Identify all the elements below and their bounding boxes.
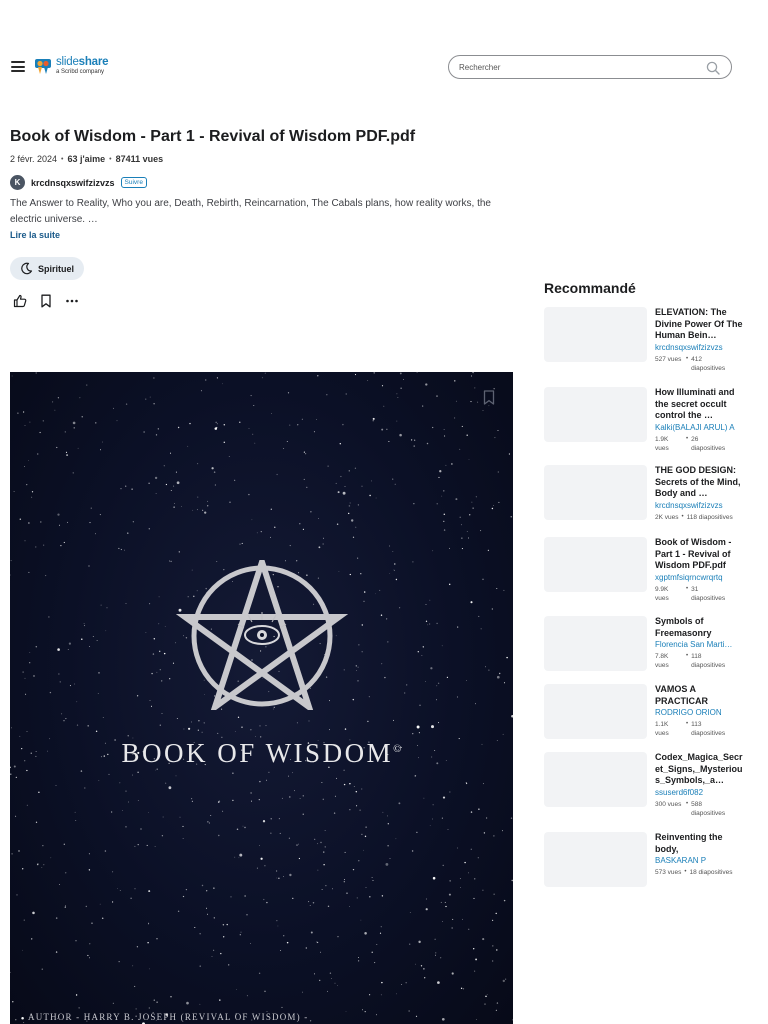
recommended-thumbnail[interactable] <box>544 832 647 887</box>
recommended-thumbnail[interactable] <box>544 616 647 671</box>
recommended-item[interactable]: VAMOS A PRACTICAR RODRIGO ORION 1.1K vue… <box>544 684 754 739</box>
slideshare-logo[interactable]: slideshare a Scribd company <box>34 55 109 76</box>
recommended-stats: 300 vues • 588 diapositives <box>655 800 745 818</box>
recommended-stats: 1.9K vues • 26 diapositives <box>655 435 745 453</box>
avatar[interactable]: K <box>10 175 25 190</box>
recommended-title[interactable]: VAMOS A PRACTICAR <box>655 684 745 707</box>
recommended-views: 573 vues <box>655 869 682 876</box>
recommended-views: 300 vues <box>655 800 682 808</box>
recommended-title[interactable]: How Illuminati and the secret occult con… <box>655 387 745 422</box>
recommended-item[interactable]: Symbols of Freemasonry Florencia San Mar… <box>544 616 754 671</box>
search-input[interactable] <box>459 60 699 74</box>
category-tag-spirituel[interactable]: Spirituel <box>10 257 85 280</box>
recommended-stats: 527 vues • 412 diapositives <box>655 355 745 373</box>
recommended-title[interactable]: Book of Wisdom - Part 1 - Revival of Wis… <box>655 537 745 572</box>
recommended-thumbnail[interactable] <box>544 307 647 362</box>
recommended-slides: 118 diapositives <box>691 653 726 669</box>
recommended-author[interactable]: krcdnsqxswifzizvzs <box>655 343 745 353</box>
save-button[interactable] <box>39 294 53 308</box>
logo-brand-bold: share <box>78 55 109 68</box>
document-title: Book of Wisdom - Part 1 - Revival of Wis… <box>10 128 416 145</box>
recommended-stats: 2K vues • 118 diapositives <box>655 513 733 521</box>
recommended-item[interactable]: Reinventing the body, BASKARAN P 573 vue… <box>544 832 754 887</box>
book-author-line: AUTHOR - HARRY B. JOSEPH (REVIVAL OF WIS… <box>28 1012 309 1022</box>
recommended-stats: 7.8K vues • 118 diapositives <box>655 652 745 670</box>
slide-preview[interactable]: BOOK OF WISDOM© AUTHOR - HARRY B. JOSEPH… <box>10 372 513 1024</box>
recommended-item[interactable]: ELEVATION: The Divine Power Of The Human… <box>544 307 754 373</box>
search-icon[interactable] <box>706 61 720 75</box>
recommended-stats: 1.1K vues • 113 diapositives <box>655 720 745 738</box>
moon-icon <box>21 262 33 275</box>
category-tag-label: Spirituel <box>38 263 75 274</box>
upload-date: 2 févr. 2024 <box>10 154 58 164</box>
recommended-item[interactable]: Codex_Magica_Secret_Signs,_Mysterious_Sy… <box>544 752 754 818</box>
recommended-author[interactable]: Florencia San Marti… <box>655 640 745 650</box>
recommended-author[interactable]: xgptmfsiqrncwrqrtq <box>655 573 745 583</box>
recommended-thumbnail[interactable] <box>544 537 647 592</box>
recommended-title[interactable]: ELEVATION: The Divine Power Of The Human… <box>655 307 745 342</box>
copyright-mark: © <box>393 743 402 755</box>
meta-separator: • <box>61 155 64 163</box>
view-count: 87411 vues <box>115 154 164 164</box>
recommended-slides: 412 diapositives <box>691 355 726 372</box>
meta-separator: • <box>109 155 112 163</box>
like-button[interactable] <box>13 294 27 308</box>
recommended-slides: 31 diapositives <box>691 585 726 602</box>
hamburger-menu-icon[interactable] <box>11 61 25 72</box>
book-title-text: BOOK OF WISDOM <box>121 738 394 768</box>
document-meta: 2 févr. 2024 • 63 j'aime • 87411 vues <box>10 154 163 164</box>
recommended-stats: 573 vues • 18 diapositives <box>655 869 733 876</box>
recommended-views: 7.8K vues <box>655 653 669 669</box>
bookmark-icon <box>41 294 51 308</box>
book-cover-title: BOOK OF WISDOM© <box>10 738 513 769</box>
slideshare-logo-icon <box>34 56 52 76</box>
recommended-views: 527 vues <box>655 355 682 363</box>
recommended-slides: 118 diapositives <box>686 513 733 521</box>
document-description: The Answer to Reality, Who you are, Deat… <box>10 198 491 225</box>
recommended-title[interactable]: THE GOD DESIGN: Secrets of the Mind, Bod… <box>655 465 745 500</box>
recommended-author[interactable]: Kalki(BALAJI ARUL) A <box>655 423 745 433</box>
more-options-button[interactable] <box>65 294 79 308</box>
like-count: 63 j'aime <box>67 154 106 164</box>
recommended-views: 1.9K vues <box>655 435 669 452</box>
author-name[interactable]: krcdnsqxswifzizvzs <box>31 178 115 188</box>
recommended-stats: 9.9K vues • 31 diapositives <box>655 585 745 603</box>
recommended-title[interactable]: Codex_Magica_Secret_Signs,_Mysterious_Sy… <box>655 752 745 787</box>
recommended-title[interactable]: Reinventing the body, <box>655 832 745 855</box>
recommended-slides: 18 diapositives <box>689 869 733 876</box>
recommended-heading: Recommandé <box>544 280 636 296</box>
recommended-thumbnail[interactable] <box>544 684 647 739</box>
recommended-slides: 588 diapositives <box>691 800 726 817</box>
recommended-item[interactable]: How Illuminati and the secret occult con… <box>544 387 754 453</box>
recommended-item[interactable]: Book of Wisdom - Part 1 - Revival of Wis… <box>544 537 754 603</box>
recommended-author[interactable]: BASKARAN P <box>655 856 745 866</box>
recommended-views: 2K vues <box>655 513 679 521</box>
recommended-thumbnail[interactable] <box>544 465 647 520</box>
recommended-author[interactable]: RODRIGO ORION <box>655 708 745 718</box>
author-row: K krcdnsqxswifzizvzs Suivre <box>10 175 147 190</box>
recommended-thumbnail[interactable] <box>544 387 647 442</box>
logo-brand-light: slide <box>56 55 79 68</box>
recommended-title[interactable]: Symbols of Freemasonry <box>655 616 745 639</box>
thumbs-up-icon <box>13 294 27 308</box>
logo-subtitle: a Scribd company <box>56 69 105 76</box>
follow-button[interactable]: Suivre <box>120 177 147 188</box>
top-header: slideshare a Scribd company <box>0 0 768 120</box>
recommended-author[interactable]: ssuserd6f082 <box>655 788 745 798</box>
recommended-item[interactable]: THE GOD DESIGN: Secrets of the Mind, Bod… <box>544 465 754 522</box>
more-horizontal-icon <box>66 299 78 303</box>
slide-bookmark-icon[interactable] <box>483 390 495 405</box>
document-actions <box>13 294 79 308</box>
read-more-link[interactable]: Lire la suite <box>10 230 60 240</box>
recommended-slides: 113 diapositives <box>691 721 726 737</box>
recommended-views: 9.9K vues <box>655 585 669 602</box>
recommended-thumbnail[interactable] <box>544 752 647 807</box>
search-bar <box>448 55 732 79</box>
recommended-author[interactable]: krcdnsqxswifzizvzs <box>655 501 745 511</box>
recommended-slides: 26 diapositives <box>691 435 726 452</box>
recommended-views: 1.1K vues <box>655 721 669 737</box>
pentagram-eye-emblem <box>176 560 348 710</box>
